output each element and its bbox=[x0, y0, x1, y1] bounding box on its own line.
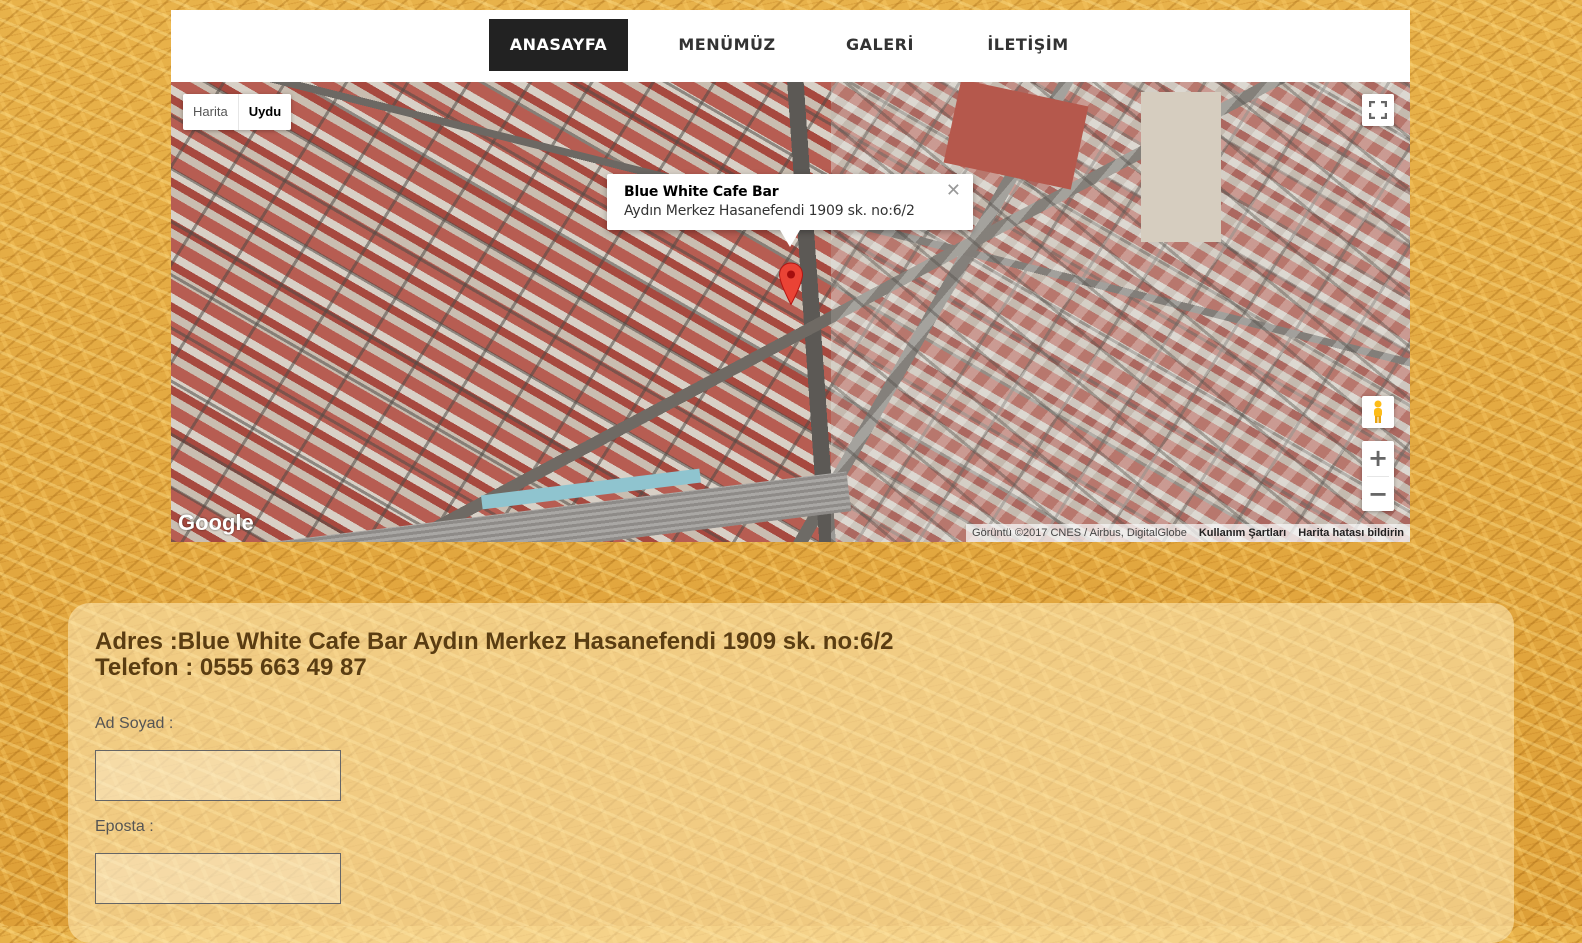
map-attribution: Görüntü ©2017 CNES / Airbus, DigitalGlob… bbox=[966, 524, 1410, 542]
map-type-uydu-button[interactable]: Uydu bbox=[237, 94, 292, 130]
map-plaza bbox=[1141, 92, 1221, 242]
map-type-toggle: Harita Uydu bbox=[183, 94, 292, 130]
nav-iletisim[interactable]: İLETİŞİM bbox=[967, 19, 1089, 71]
imagery-credit: Görüntü ©2017 CNES / Airbus, DigitalGlob… bbox=[972, 527, 1187, 539]
contact-panel: Adres :Blue White Cafe Bar Aydın Merkez … bbox=[68, 603, 1514, 943]
google-logo[interactable]: Google bbox=[178, 510, 254, 536]
fullscreen-icon bbox=[1369, 101, 1387, 119]
zoom-out-button[interactable]: − bbox=[1362, 476, 1394, 511]
pegman-icon bbox=[1374, 400, 1382, 423]
zoom-in-button[interactable]: + bbox=[1362, 441, 1394, 476]
email-label: Eposta : bbox=[95, 818, 154, 835]
report-error-link[interactable]: Harita hatası bildirin bbox=[1292, 524, 1410, 542]
fullscreen-button[interactable] bbox=[1362, 94, 1394, 126]
satellite-map[interactable]: Harita Uydu Blue White Cafe Bar Aydın Me… bbox=[171, 82, 1410, 542]
phone-line: Telefon : 0555 663 49 87 bbox=[95, 654, 367, 681]
navbar: ANASAYFA MENÜMÜZ GALERİ İLETİŞİM bbox=[171, 10, 1410, 82]
top-container: ANASAYFA MENÜMÜZ GALERİ İLETİŞİM bbox=[171, 10, 1410, 82]
nav-anasayfa[interactable]: ANASAYFA bbox=[489, 19, 628, 71]
infowindow-title: Blue White Cafe Bar bbox=[624, 184, 779, 200]
address-line: Adres :Blue White Cafe Bar Aydın Merkez … bbox=[95, 628, 894, 655]
map-imagery-east bbox=[831, 82, 1410, 542]
nav-menumuz[interactable]: MENÜMÜZ bbox=[660, 19, 794, 71]
map-infowindow: Blue White Cafe Bar Aydın Merkez Hasanef… bbox=[607, 174, 973, 247]
infowindow-address: Aydın Merkez Hasanefendi 1909 sk. no:6/2 bbox=[624, 203, 915, 219]
close-icon[interactable]: ✕ bbox=[946, 180, 961, 201]
zoom-control: + − bbox=[1362, 441, 1394, 511]
name-label: Ad Soyad : bbox=[95, 715, 174, 732]
map-railway bbox=[231, 471, 852, 542]
email-field[interactable] bbox=[95, 853, 341, 904]
street-view-button[interactable] bbox=[1362, 396, 1394, 428]
nav-galeri[interactable]: GALERİ bbox=[828, 19, 932, 71]
map-pin-icon[interactable] bbox=[778, 262, 804, 306]
name-field[interactable] bbox=[95, 750, 341, 801]
terms-link[interactable]: Kullanım Şartları bbox=[1193, 524, 1292, 542]
map-type-harita-button[interactable]: Harita bbox=[183, 94, 238, 130]
